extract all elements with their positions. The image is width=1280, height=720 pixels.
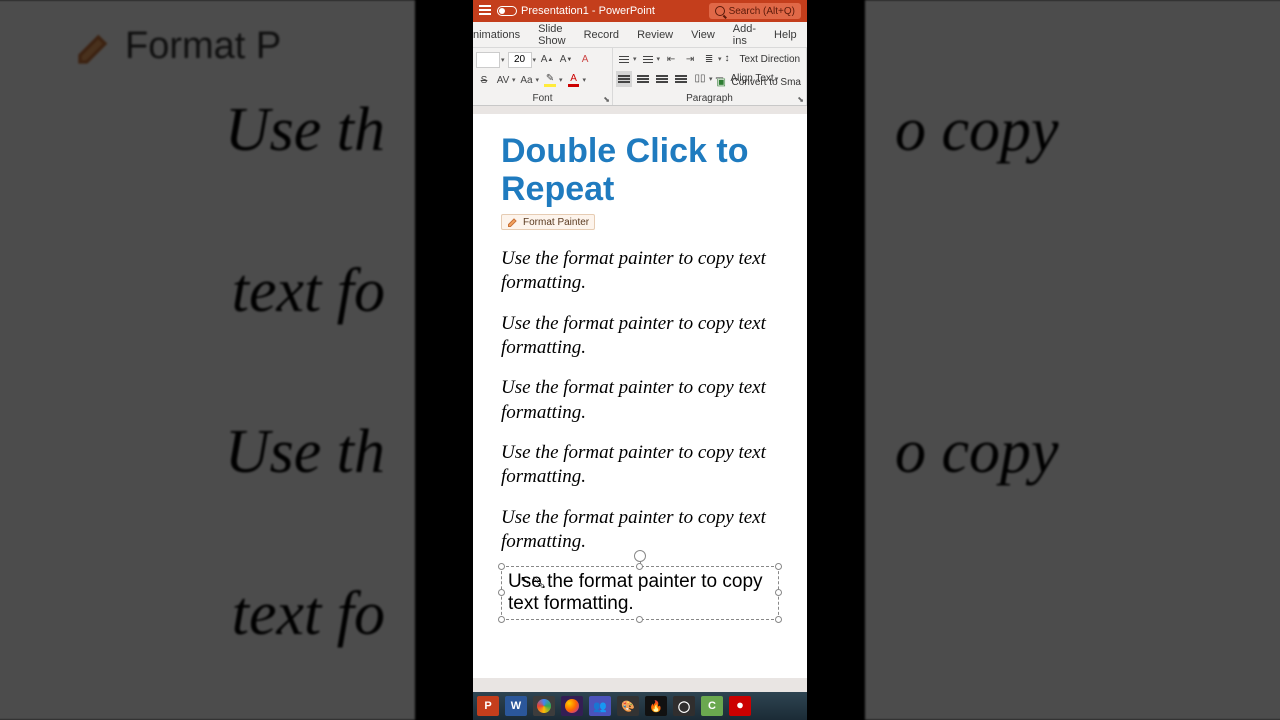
menu-icon[interactable] [479,5,493,17]
slide-title: Double Click to Repeat [501,132,779,208]
decrease-indent-button[interactable]: ⇤ [663,51,679,67]
change-case-button[interactable]: Aa [519,72,535,88]
resize-handle[interactable] [498,616,505,623]
window-title: Presentation1 - PowerPoint [521,5,655,17]
tab-record[interactable]: Record [584,29,619,41]
slide-area: Double Click to Repeat Format Painter Us… [473,106,807,692]
background-blur-right: o copy o copy o copy o copy [865,0,1280,720]
align-center-button[interactable] [635,71,651,87]
numbering-button[interactable] [640,51,656,67]
taskbar-flame[interactable]: 🔥 [645,696,667,716]
tab-view[interactable]: View [691,29,715,41]
paragraph-5[interactable]: Use the format painter to copy text form… [501,506,779,555]
taskbar-paint[interactable]: 🎨 [617,696,639,716]
font-name-combo[interactable] [476,52,500,68]
taskbar-camtasia[interactable]: C [701,696,723,716]
columns-button[interactable]: ▯▯ [692,71,708,87]
resize-handle[interactable] [775,563,782,570]
taskbar-powerpoint[interactable]: P [477,696,499,716]
text-direction-button[interactable]: ↕Text Direction [725,53,801,65]
taskbar: P W 👥 🎨 🔥 ◯ C ⏺ [473,692,807,720]
resize-handle[interactable] [498,589,505,596]
highlight-button[interactable]: ✎ [542,72,558,88]
search-placeholder: Search (Alt+Q) [729,6,795,17]
background-blur-left: Format P Use thtext fo Use thtext fo Use… [0,0,415,720]
group-paragraph-label: Paragraph⬊ [613,92,806,105]
resize-handle[interactable] [775,616,782,623]
increase-font-button[interactable]: A▲ [539,52,555,68]
taskbar-teams[interactable]: 👥 [589,696,611,716]
format-painter-tag-label: Format Painter [523,217,589,228]
convert-smartart-button[interactable]: ▣Convert to Sma [717,77,801,89]
group-font-label: Font⬊ [473,92,612,105]
taskbar-record[interactable]: ⏺ [729,696,751,716]
align-left-button[interactable] [616,71,632,87]
title-bar: Presentation1 - PowerPoint Search (Alt+Q… [473,0,807,22]
paragraph-4[interactable]: Use the format painter to copy text form… [501,441,779,490]
selected-textbox[interactable]: Use the format painter to copy text form… [501,566,779,620]
resize-handle[interactable] [775,589,782,596]
justify-button[interactable] [673,71,689,87]
tab-animations[interactable]: nimations [473,29,520,41]
ribbon: ▾ 20▾ A▲ A▼ A S AV▾ Aa▾ ✎▾ A▾ Font⬊ [473,48,807,106]
decrease-font-button[interactable]: A▼ [558,52,574,68]
font-size-combo[interactable]: 20 [508,52,532,68]
bg-tag-text: Format P [125,25,281,68]
font-color-button[interactable]: A [566,72,582,88]
rotate-handle[interactable] [634,550,646,562]
strikethrough-button[interactable]: S [476,72,492,88]
resize-handle[interactable] [636,563,643,570]
paragraph-6-plain[interactable]: Use the format painter to copy text form… [508,571,772,615]
resize-handle[interactable] [636,616,643,623]
slide-canvas[interactable]: Double Click to Repeat Format Painter Us… [473,114,807,678]
taskbar-chrome[interactable] [533,696,555,716]
paragraph-3[interactable]: Use the format painter to copy text form… [501,376,779,425]
taskbar-obs[interactable]: ◯ [673,696,695,716]
resize-handle[interactable] [498,563,505,570]
search-icon [715,6,725,16]
line-spacing-button[interactable]: ≣ [701,51,717,67]
tab-review[interactable]: Review [637,29,673,41]
tab-slideshow[interactable]: Slide Show [538,23,566,47]
paragraph-dialog-launcher[interactable]: ⬊ [797,95,804,104]
search-box[interactable]: Search (Alt+Q) [709,3,801,19]
autosave-toggle[interactable] [497,6,517,16]
increase-indent-button[interactable]: ⇥ [682,51,698,67]
font-dialog-launcher[interactable]: ⬊ [603,95,610,104]
paragraph-2[interactable]: Use the format painter to copy text form… [501,312,779,361]
taskbar-word[interactable]: W [505,696,527,716]
bullets-button[interactable] [616,51,632,67]
align-right-button[interactable] [654,71,670,87]
tab-addins[interactable]: Add-ins [733,23,756,47]
clear-formatting-button[interactable]: A [577,52,593,68]
tab-help[interactable]: Help [774,29,797,41]
ribbon-tabs: nimations Slide Show Record Review View … [473,22,807,48]
char-spacing-button[interactable]: AV [495,72,511,88]
paragraph-1[interactable]: Use the format painter to copy text form… [501,247,779,296]
powerpoint-window: Presentation1 - PowerPoint Search (Alt+Q… [473,0,807,720]
taskbar-firefox[interactable] [561,696,583,716]
format-painter-tag: Format Painter [501,214,595,230]
status-strip [473,678,807,690]
